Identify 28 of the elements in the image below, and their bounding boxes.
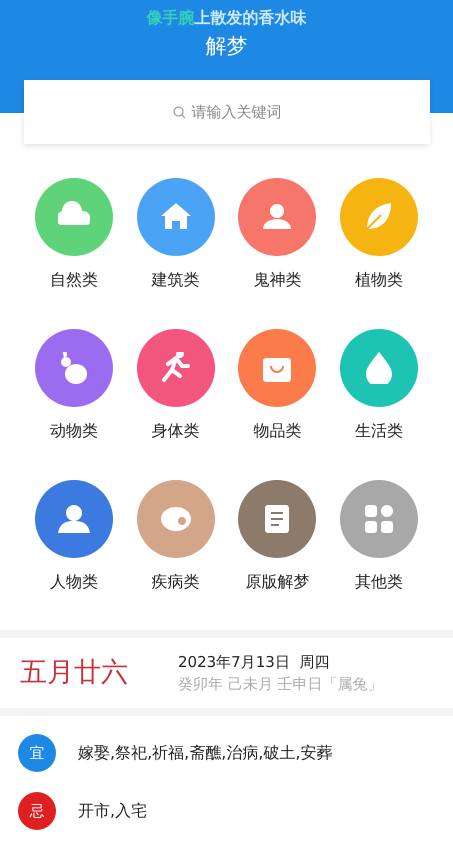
category-label[interactable]: 鬼神类: [253, 268, 302, 292]
apps-icon: [363, 503, 396, 535]
almanac-badge: 忌: [18, 792, 56, 830]
category-label[interactable]: 其他类: [355, 570, 404, 594]
ganzhi-date: 癸卯年 己未月 壬申日「属兔」: [178, 674, 383, 695]
search-field[interactable]: 请输入关键词: [24, 80, 430, 144]
auspicious-activities: 嫁娶,祭祀,祈福,斋醮,治病,破土,安葬: [78, 742, 333, 764]
lyric-sung-text: 像手腕: [146, 8, 194, 28]
inauspicious-activities: 开市,入宅: [78, 800, 148, 822]
almanac-badge: 宜: [18, 734, 56, 772]
solar-date: 2023年7月13日 周四: [178, 652, 330, 672]
search-icon: [172, 106, 186, 118]
category-label[interactable]: 植物类: [355, 268, 404, 292]
category-label[interactable]: 原版解梦: [245, 570, 310, 594]
category-label[interactable]: 疾病类: [152, 570, 200, 594]
user-icon: [58, 503, 90, 535]
lunar-date: 五月廿六: [20, 656, 129, 690]
runner-icon: [160, 352, 192, 384]
category-label[interactable]: 人物类: [50, 570, 98, 594]
category-label[interactable]: 生活类: [355, 419, 404, 443]
category-label[interactable]: 动物类: [50, 419, 98, 443]
category-label[interactable]: 建筑类: [152, 268, 200, 292]
page-title: 解梦: [206, 33, 248, 60]
category-label[interactable]: 自然类: [50, 268, 98, 292]
search-placeholder: 请输入关键词: [192, 102, 282, 123]
category-label[interactable]: 身体类: [152, 419, 200, 443]
lyric-text: 上散发的香水味: [194, 8, 306, 28]
category-label[interactable]: 物品类: [253, 419, 302, 443]
